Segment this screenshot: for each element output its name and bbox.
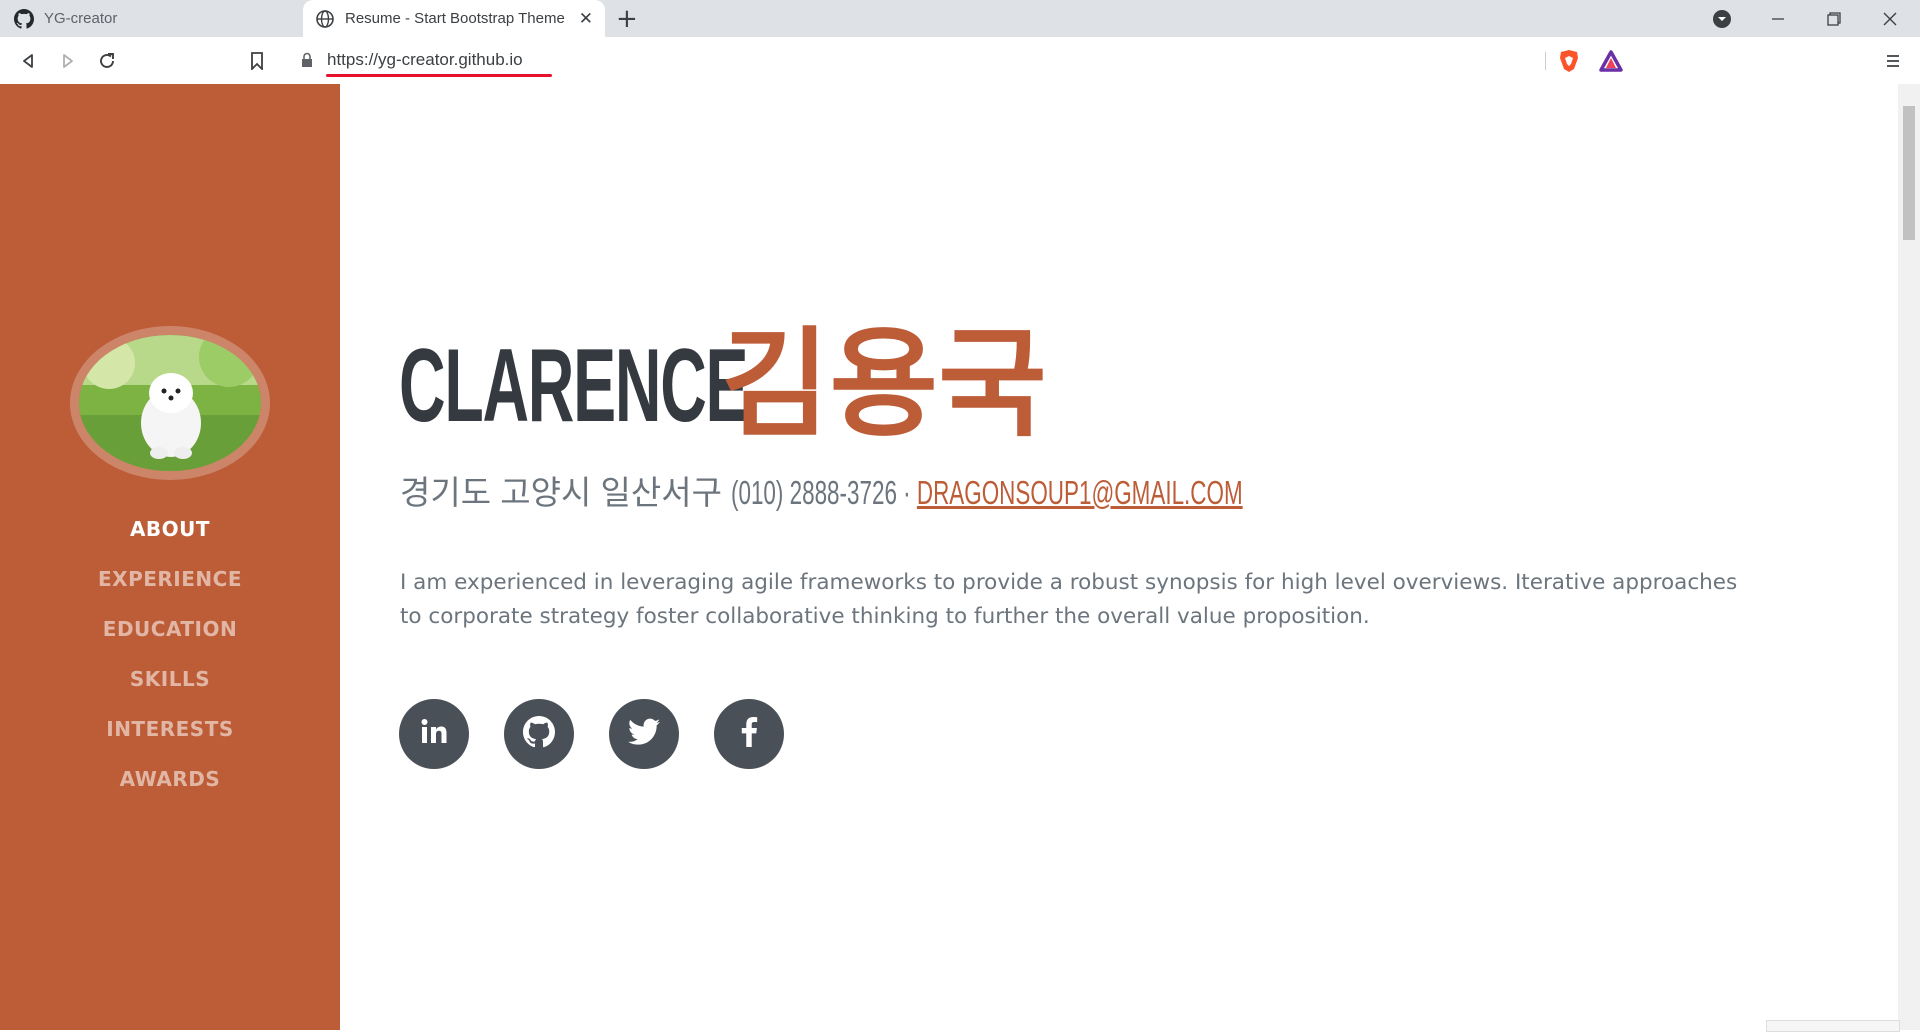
lock-icon[interactable] xyxy=(301,52,313,72)
tab-yg-creator[interactable]: YG-creator xyxy=(0,0,302,37)
sidebar-item-experience[interactable]: EXPERIENCE xyxy=(0,554,340,604)
menu-icon[interactable] xyxy=(1880,48,1906,74)
github-button[interactable] xyxy=(504,699,574,769)
main-content xyxy=(340,84,1898,1030)
sidebar-menu: ABOUT EXPERIENCE EDUCATION SKILLS INTERE… xyxy=(0,504,340,804)
sidebar-item-awards[interactable]: AWARDS xyxy=(0,754,340,804)
facebook-button[interactable] xyxy=(714,699,784,769)
puppy-photo-image xyxy=(79,335,261,471)
tab-title: YG-creator xyxy=(44,10,118,27)
tab-resume[interactable]: Resume - Start Bootstrap Theme ✕ xyxy=(303,0,605,37)
tab-title: Resume - Start Bootstrap Theme xyxy=(345,10,565,27)
status-bubble xyxy=(1766,1020,1900,1032)
github-icon xyxy=(523,716,555,752)
forward-icon[interactable] xyxy=(55,48,81,74)
close-window-icon[interactable] xyxy=(1862,0,1918,37)
avatar xyxy=(70,326,270,480)
globe-icon xyxy=(315,9,335,29)
sidebar-item-about[interactable]: ABOUT xyxy=(0,504,340,554)
url-text[interactable]: https://yg-creator.github.io xyxy=(327,50,523,70)
scrollbar-thumb[interactable] xyxy=(1903,106,1915,240)
facebook-icon xyxy=(740,717,758,751)
linkedin-button[interactable] xyxy=(399,699,469,769)
social-icons xyxy=(399,699,784,769)
email-link[interactable]: DRAGONSOUP1@GMAIL.COM xyxy=(917,474,1243,511)
back-icon[interactable] xyxy=(15,48,41,74)
brave-rewards-icon[interactable] xyxy=(1599,50,1623,76)
page-title: CLARENCE김용국 xyxy=(399,322,1097,444)
address-bar[interactable]: https://yg-creator.github.io xyxy=(286,45,1634,77)
sidebar-item-education[interactable]: EDUCATION xyxy=(0,604,340,654)
new-tab-icon[interactable]: + xyxy=(616,4,638,34)
address-text: 경기도 고양시 일산서구 xyxy=(400,474,722,511)
github-icon xyxy=(14,8,34,29)
tab-search-icon[interactable] xyxy=(1694,0,1750,37)
sidebar-item-interests[interactable]: INTERESTS xyxy=(0,704,340,754)
restore-icon[interactable] xyxy=(1806,0,1862,37)
first-name: CLARENCE xyxy=(399,328,749,444)
contact-subheading: 경기도 고양시 일산서구 (010) 2888-3726 · DRAGONSOU… xyxy=(400,466,1484,514)
browser-tab-bar: YG-creator Resume - Start Bootstrap Them… xyxy=(0,0,1920,37)
twitter-button[interactable] xyxy=(609,699,679,769)
brave-shield-icon[interactable] xyxy=(1558,49,1580,77)
last-name: 김용국 xyxy=(721,319,1047,451)
page-scrollbar[interactable] xyxy=(1898,84,1920,1030)
twitter-icon xyxy=(628,718,660,750)
sidebar-item-skills[interactable]: SKILLS xyxy=(0,654,340,704)
minimize-icon[interactable] xyxy=(1750,0,1806,37)
bookmark-icon[interactable] xyxy=(244,48,270,74)
sidebar-nav: ABOUT EXPERIENCE EDUCATION SKILLS INTERE… xyxy=(0,84,340,1030)
browser-toolbar: https://yg-creator.github.io xyxy=(0,37,1920,85)
close-tab-icon[interactable]: ✕ xyxy=(579,9,593,29)
reload-icon[interactable] xyxy=(94,48,120,74)
about-lead-text: I am experienced in leveraging agile fra… xyxy=(400,570,1738,629)
phone-text: (010) 2888-3726 · xyxy=(731,474,911,511)
omnibox-divider xyxy=(1545,52,1546,70)
url-underline xyxy=(326,74,552,77)
contact-line: (010) 2888-3726 · DRAGONSOUP1@GMAIL.COM xyxy=(731,474,1243,512)
linkedin-icon xyxy=(419,717,449,751)
